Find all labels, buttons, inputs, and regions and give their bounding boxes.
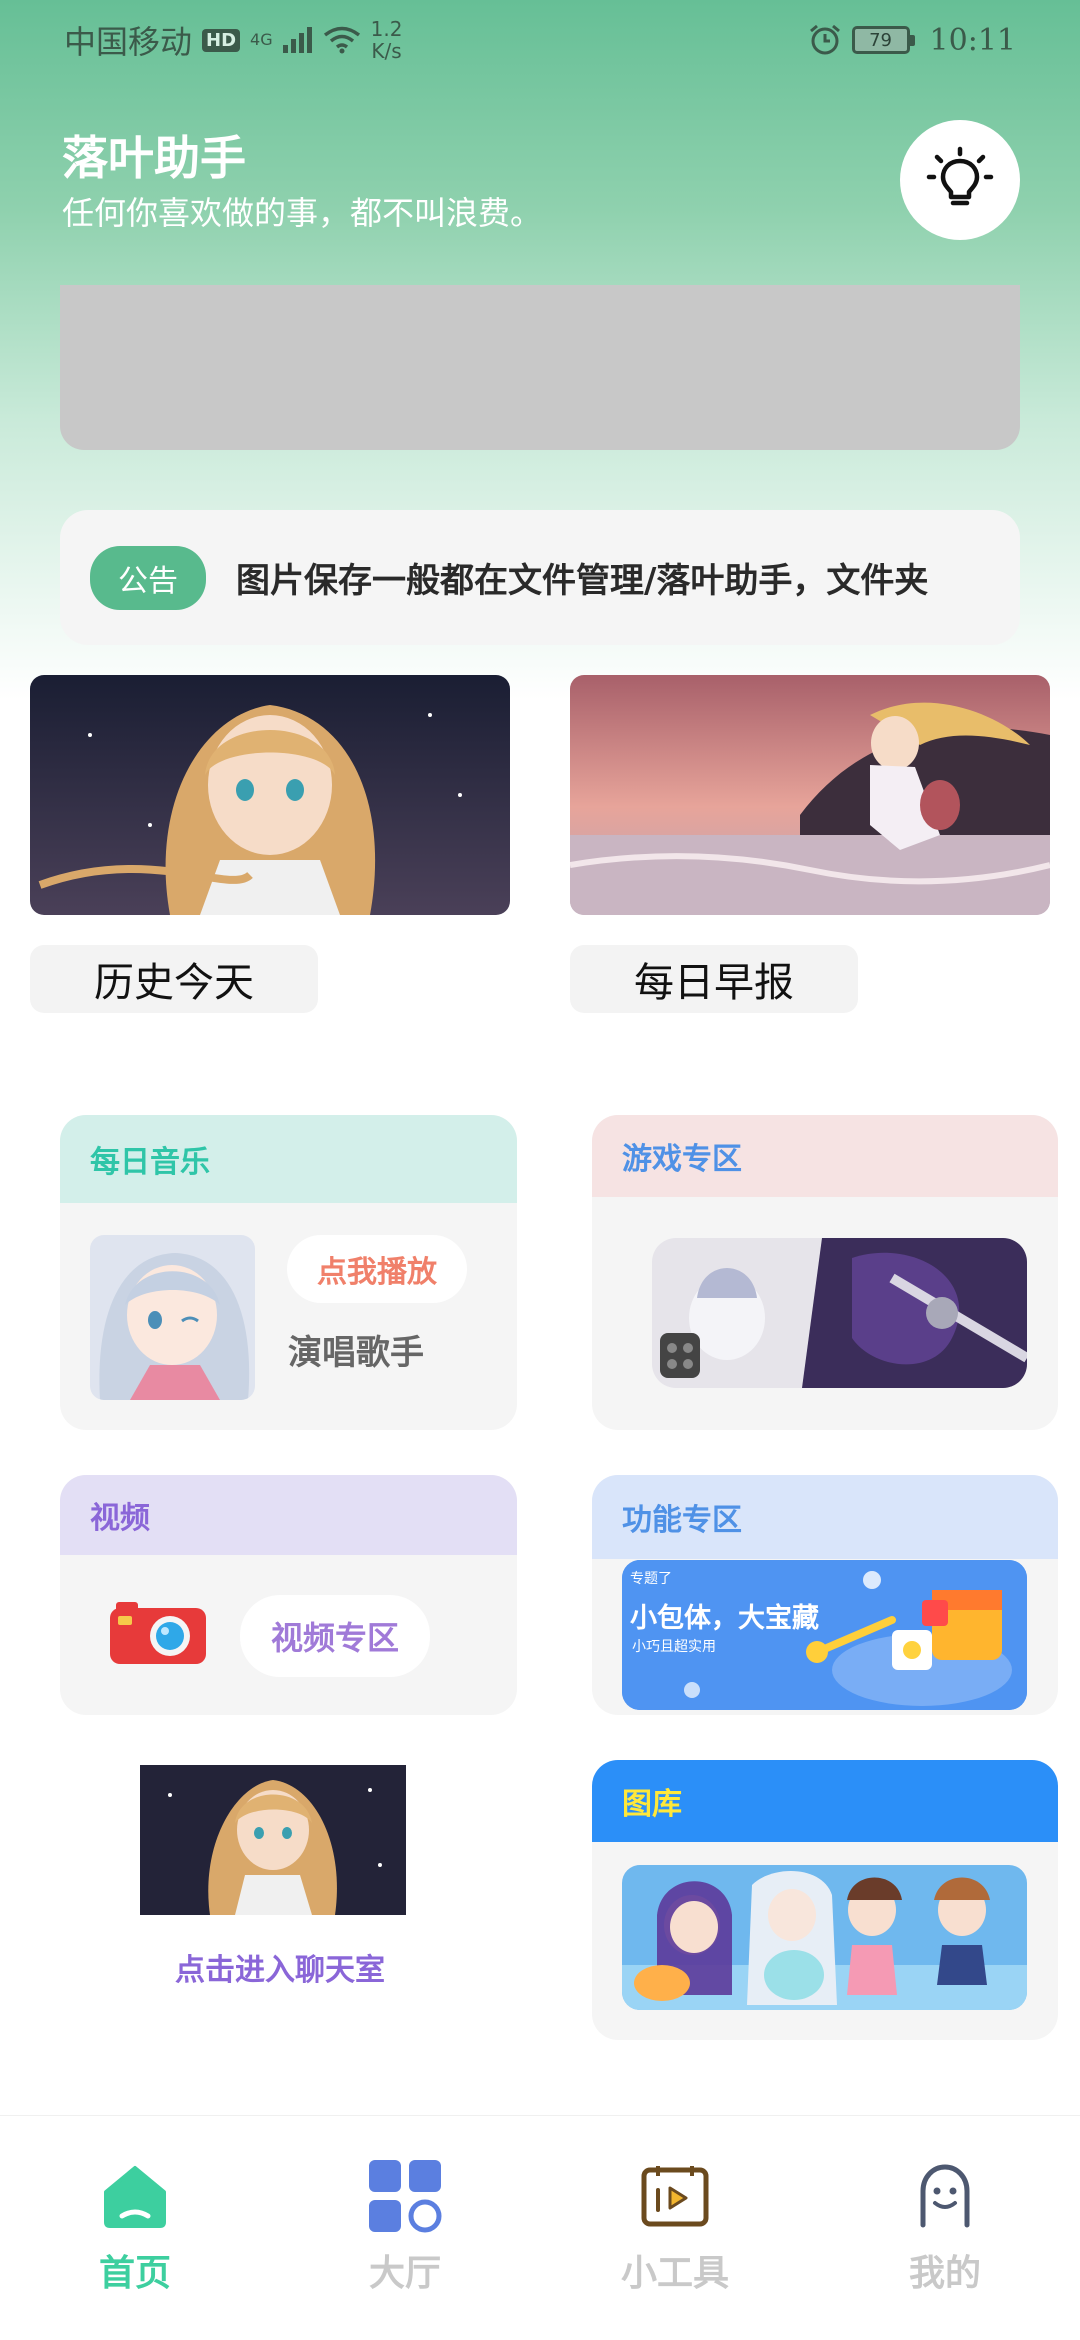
nav-mine-label: 我的 <box>908 2253 981 2294</box>
nav-mine[interactable]: 我的 <box>810 2116 1080 2340</box>
nav-home[interactable]: 首页 <box>0 2116 270 2340</box>
alarm-icon <box>809 24 840 55</box>
feature-card[interactable]: 功能专区 专题了 小包体，大宝藏 小巧且超实用 <box>592 1475 1058 1715</box>
wifi-icon <box>323 26 360 54</box>
music-card[interactable]: 每日音乐 点我播放 演唱歌手 <box>60 1115 517 1430</box>
nav-tools-label: 小工具 <box>620 2253 729 2294</box>
game-card-title: 游戏专区 <box>592 1115 1058 1197</box>
game-image[interactable] <box>652 1238 1027 1388</box>
camera-icon <box>110 1602 206 1664</box>
video-play-icon <box>635 2156 715 2236</box>
gallery-card-title: 图库 <box>592 1760 1058 1842</box>
nav-hall[interactable]: 大厅 <box>270 2116 540 2340</box>
feature-card-title: 功能专区 <box>592 1475 1058 1559</box>
network-speed: 1.2 K/s <box>371 18 403 62</box>
profile-icon <box>905 2156 985 2236</box>
network-label: 4G <box>250 30 273 49</box>
gallery-image[interactable] <box>622 1865 1027 2010</box>
video-card[interactable]: 视频 视频专区 <box>60 1475 517 1715</box>
feature-banner[interactable]: 专题了 小包体，大宝藏 小巧且超实用 <box>622 1560 1027 1710</box>
video-zone-button[interactable]: 视频专区 <box>240 1595 430 1677</box>
lightbulb-icon <box>926 146 994 206</box>
music-cover[interactable] <box>90 1235 255 1400</box>
bottom-navigation: 首页 大厅 小工具 我的 <box>0 2115 1080 2340</box>
daily-news-button[interactable]: 每日早报 <box>570 945 858 1013</box>
daily-news-image[interactable] <box>570 675 1050 915</box>
notice-tag: 公告 <box>90 545 206 610</box>
gallery-card[interactable]: 图库 <box>592 1760 1058 2040</box>
singer-label: 演唱歌手 <box>288 1333 424 1373</box>
speed-value: 1.2 <box>370 17 403 41</box>
notice-text: 图片保存一般都在文件管理/落叶助手，文件夹 <box>236 561 929 601</box>
feature-banner-title: 小包体，大宝藏 <box>630 1603 819 1634</box>
app-title: 落叶助手 <box>62 131 246 185</box>
nav-hall-label: 大厅 <box>368 2253 441 2294</box>
signal-icon <box>282 27 312 53</box>
history-today-image[interactable] <box>30 675 510 915</box>
enter-chat-room-link[interactable]: 点击进入聊天室 <box>60 1945 500 1989</box>
nav-home-label: 首页 <box>98 2253 171 2294</box>
chat-room-image[interactable] <box>140 1765 406 1915</box>
feature-brand: 专题了 <box>630 1571 672 1587</box>
carrier-label: 中国移动 <box>64 23 193 61</box>
speed-unit: K/s <box>371 39 402 63</box>
banner-placeholder[interactable] <box>60 285 1020 450</box>
theme-toggle-button[interactable] <box>900 120 1020 240</box>
app-subtitle: 任何你喜欢做的事，都不叫浪费。 <box>62 194 543 232</box>
music-card-title: 每日音乐 <box>60 1115 517 1203</box>
clock: 10:11 <box>929 22 1016 58</box>
play-button[interactable]: 点我播放 <box>287 1235 467 1303</box>
hd-badge: HD <box>202 28 241 52</box>
history-today-button[interactable]: 历史今天 <box>30 945 318 1013</box>
nav-tools[interactable]: 小工具 <box>540 2116 810 2340</box>
video-card-title: 视频 <box>60 1475 517 1555</box>
battery-indicator: 79 <box>851 26 915 54</box>
feature-banner-subtitle: 小巧且超实用 <box>632 1639 716 1655</box>
grid-icon <box>365 2156 445 2236</box>
notice-bar[interactable]: 公告 图片保存一般都在文件管理/落叶助手，文件夹 <box>60 510 1020 645</box>
home-icon <box>95 2156 175 2236</box>
status-bar: 中国移动 HD 4G 1.2 K/s 79 10:11 <box>0 0 1080 80</box>
game-card[interactable]: 游戏专区 <box>592 1115 1058 1430</box>
